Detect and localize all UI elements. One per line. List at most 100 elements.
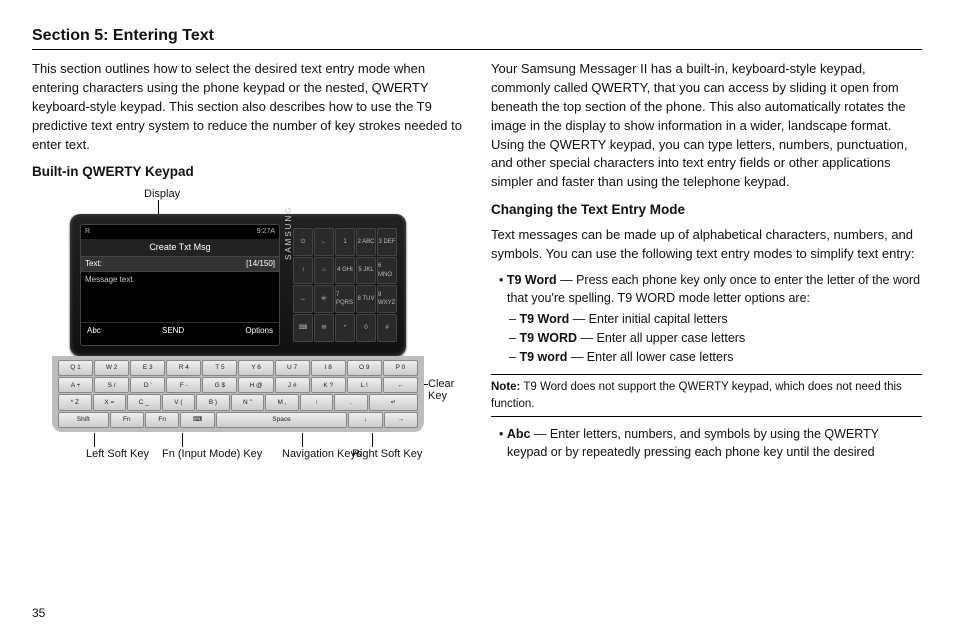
hard-key: 6 MNO xyxy=(377,257,397,285)
screen-row-label: Text: xyxy=(85,258,102,270)
qwerty-key: ↑ xyxy=(300,394,334,410)
qwerty-key: L ! xyxy=(347,377,382,393)
qwerty-key: M , xyxy=(265,394,299,410)
bullet-abc-text: — Enter letters, numbers, and symbols by… xyxy=(507,427,879,459)
sub-t9-lower-text: — Enter all lower case letters xyxy=(567,350,733,364)
mode-bullet-list: • T9 Word — Press each phone key only on… xyxy=(491,271,922,366)
qwerty-key: Fn xyxy=(110,412,144,428)
qwerty-key: R 4 xyxy=(166,360,201,376)
qwerty-key: X = xyxy=(93,394,127,410)
phone-body: R 9:27A Create Txt Msg Text: [14/150] Me… xyxy=(70,214,406,356)
intro-paragraph: This section outlines how to select the … xyxy=(32,60,463,154)
hard-key: * xyxy=(335,314,355,342)
hard-key: 0 xyxy=(356,314,376,342)
screen-row-count: [14/150] xyxy=(246,258,275,270)
qwerty-key: W 2 xyxy=(94,360,129,376)
qwerty-key: P 0 xyxy=(383,360,418,376)
qwerty-key: K ? xyxy=(311,377,346,393)
qwerty-key: ← xyxy=(383,377,418,393)
screen-body: Message text. xyxy=(81,272,279,322)
qwerty-heading: Built-in QWERTY Keypad xyxy=(32,162,463,182)
sub-t9-initial-label: T9 Word xyxy=(519,312,569,326)
hard-key: ⎆ xyxy=(314,285,334,313)
hard-key: ↕ xyxy=(293,257,313,285)
left-column: This section outlines how to select the … xyxy=(32,60,463,478)
sub-t9-initial: – T9 Word — Enter initial capital letter… xyxy=(517,310,922,328)
mode-bullet-list-2: • Abc — Enter letters, numbers, and symb… xyxy=(491,425,922,461)
keyboard-row: A +S /D 'F -G $H @J #K ?L !← xyxy=(58,377,418,393)
sub-t9-initial-text: — Enter initial capital letters xyxy=(569,312,727,326)
status-right: 9:27A xyxy=(257,227,275,237)
qwerty-key: ↓ xyxy=(348,412,382,428)
section-rule xyxy=(32,49,922,50)
bullet-t9word-text: — Press each phone key only once to ente… xyxy=(507,273,920,305)
qwerty-key: Fn xyxy=(145,412,179,428)
qwerty-key: B ) xyxy=(196,394,230,410)
qwerty-key: F - xyxy=(166,377,201,393)
qwerty-key: → xyxy=(384,412,418,428)
bullet-t9word-label: T9 Word xyxy=(507,273,557,287)
qwerty-key: O 9 xyxy=(347,360,382,376)
sub-t9-lower: – T9 word — Enter all lower case letters xyxy=(517,348,922,366)
hard-key: 4 GHI xyxy=(335,257,355,285)
hard-key: 2 ABC xyxy=(356,228,376,256)
leader-rightsoft xyxy=(372,433,373,447)
leader-nav xyxy=(302,433,303,447)
qwerty-key: T 5 xyxy=(202,360,237,376)
qwerty-key: J # xyxy=(275,377,310,393)
hard-key: 3 DEF xyxy=(377,228,397,256)
sub-t9-lower-label: T9 word xyxy=(519,350,567,364)
soft-right: Options xyxy=(245,325,273,337)
soft-left: Abc xyxy=(87,325,101,337)
qwerty-key: A + xyxy=(58,377,93,393)
label-clear-key: Clear Key xyxy=(428,378,454,402)
sub-t9-upper-label: T9 WORD xyxy=(519,331,577,345)
hard-key: 8 TUV xyxy=(356,285,376,313)
phone-hard-keys: ⏻←12 ABC3 DEF ↕⌂4 GHI5 JKL6 MNO ↔⎆7 PQRS8 … xyxy=(293,228,397,342)
qwerty-key: ↵ xyxy=(369,394,418,410)
changing-mode-heading: Changing the Text Entry Mode xyxy=(491,200,922,220)
qwerty-key: Q 1 xyxy=(58,360,93,376)
hard-key: 1 xyxy=(335,228,355,256)
hard-key: ⏻ xyxy=(293,228,313,256)
qwerty-key: ⌨ xyxy=(180,412,214,428)
bullet-abc: • Abc — Enter letters, numbers, and symb… xyxy=(499,425,922,461)
qwerty-key: Y 6 xyxy=(238,360,273,376)
soft-mid: SEND xyxy=(162,325,184,337)
note-text: T9 Word does not support the QWERTY keyp… xyxy=(491,381,902,410)
right-intro-paragraph: Your Samsung Messager II has a built-in,… xyxy=(491,60,922,192)
qwerty-key: Shift xyxy=(58,412,109,428)
hard-key: 7 PQRS xyxy=(335,285,355,313)
status-left: R xyxy=(85,227,90,237)
hard-key: 9 WXYZ xyxy=(377,285,397,313)
hard-key: ↔ xyxy=(293,285,313,313)
leader-leftsoft xyxy=(94,433,95,447)
phone-screen: R 9:27A Create Txt Msg Text: [14/150] Me… xyxy=(80,224,280,346)
hard-key: ⌂ xyxy=(314,257,334,285)
hard-key: ⌨ xyxy=(293,314,313,342)
hard-key: 5 JKL xyxy=(356,257,376,285)
keyboard-row: Q 1W 2E 3R 4T 5Y 6U 7I 8O 9P 0 xyxy=(58,360,418,376)
hard-key: ← xyxy=(314,228,334,256)
qwerty-key: G $ xyxy=(202,377,237,393)
screen-softkeys: Abc SEND Options xyxy=(81,322,279,339)
label-display: Display xyxy=(144,188,180,200)
qwerty-key: * Z xyxy=(58,394,92,410)
qwerty-key: H @ xyxy=(238,377,273,393)
section-title: Section 5: Entering Text xyxy=(32,24,922,47)
screen-title: Create Txt Msg xyxy=(81,239,279,256)
qwerty-key: E 3 xyxy=(130,360,165,376)
page-number: 35 xyxy=(32,605,45,622)
label-fn-key: Fn (Input Mode) Key xyxy=(162,448,262,460)
two-column-layout: This section outlines how to select the … xyxy=(32,60,922,478)
keyboard-row: * ZX =C _V (B )N "M ,↑.↵ xyxy=(58,394,418,410)
qwerty-key: D ' xyxy=(130,377,165,393)
qwerty-key: Space xyxy=(216,412,348,428)
qwerty-key: S / xyxy=(94,377,129,393)
qwerty-key: U 7 xyxy=(275,360,310,376)
note-block: Note: T9 Word does not support the QWERT… xyxy=(491,374,922,417)
label-navigation-keys: Navigation Keys xyxy=(282,448,362,460)
slide-out-qwerty-keyboard: Q 1W 2E 3R 4T 5Y 6U 7I 8O 9P 0A +S /D 'F… xyxy=(52,356,424,432)
right-column: Your Samsung Messager II has a built-in,… xyxy=(491,60,922,478)
bullet-abc-label: Abc xyxy=(507,427,531,441)
